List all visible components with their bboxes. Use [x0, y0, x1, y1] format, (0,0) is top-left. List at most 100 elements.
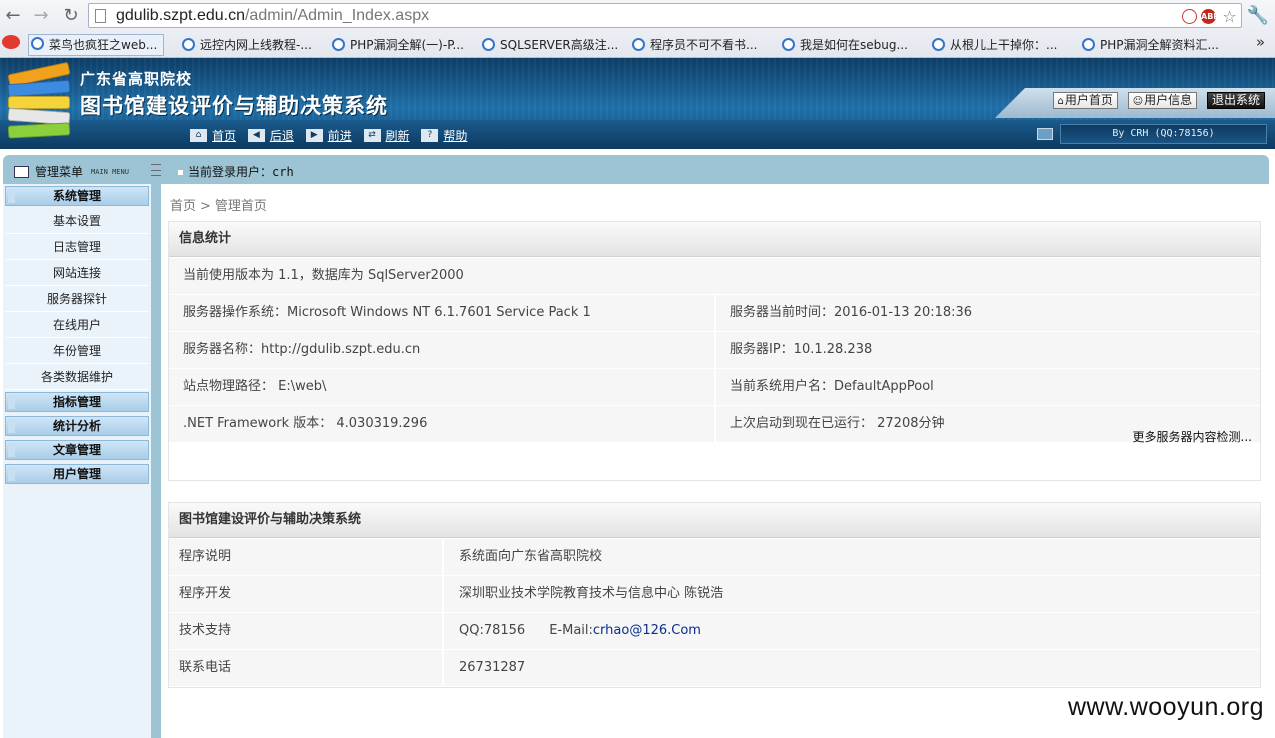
dev-value: 深圳职业技术学院教育技术与信息中心 陈锐浩 [442, 576, 723, 612]
server-name: 服务器名称：http://gdulib.szpt.edu.cn [183, 342, 421, 357]
menu-item-data[interactable]: 各类数据维护 [5, 364, 149, 390]
bookmark-item[interactable]: PHP漏洞全解资料汇... [1080, 36, 1219, 54]
home-icon: ⌂ [190, 129, 207, 142]
dev-label: 程序开发 [179, 586, 232, 601]
user-info-button[interactable]: ☺用户信息 [1127, 92, 1198, 109]
bookmark-icon [182, 38, 195, 51]
org-name: 广东省高职院校 [80, 70, 193, 88]
bookmarks-bar: 菜鸟也疯狂之web... 远控内网上线教程-... PHP漏洞全解(一)-P..… [0, 32, 1275, 57]
help-icon: ? [421, 129, 439, 142]
bookmark-icon [31, 37, 44, 50]
info-panel-title: 信息统计 [169, 222, 1260, 257]
more-server-info-link[interactable]: 更多服务器内容检测... [1133, 428, 1252, 445]
nav-help-link[interactable]: ? 帮助 [421, 127, 467, 144]
menu-category-article[interactable]: 文章管理 [5, 440, 149, 460]
sidebar-title: 管理菜单 [35, 165, 84, 179]
menu-category-index[interactable]: 指标管理 [5, 392, 149, 412]
nav-forward-link[interactable]: ▶ 前进 [305, 127, 352, 144]
about-row: 技术支持 QQ:78156 E-Mail:crhao@126.Com [169, 613, 1260, 650]
server-os: 服务器操作系统：Microsoft Windows NT 6.1.7601 Se… [183, 305, 591, 320]
bookmark-item[interactable]: PHP漏洞全解(一)-P... [330, 36, 464, 54]
page-icon [95, 9, 106, 23]
menu-item-basic-settings[interactable]: 基本设置 [5, 208, 149, 234]
home-icon: ⌂ [1057, 96, 1064, 107]
support-label: 技术支持 [179, 623, 232, 638]
dotnet-version: .NET Framework 版本： 4.030319.296 [183, 416, 428, 431]
nav-toolbar: ⌂ 首页 ◀ 后退 ▶ 前进 ⇄ 刷新 ? 帮助 [190, 127, 475, 145]
nav-refresh-link[interactable]: ⇄ 刷新 [363, 127, 410, 144]
bookmark-item[interactable]: 我是如何在sebug... [780, 36, 908, 54]
left-arrow-icon: ◀ [247, 129, 265, 142]
bookmark-item[interactable]: 菜鸟也疯狂之web... [28, 34, 165, 56]
url-text[interactable]: gdulib.szpt.edu.cn/admin/Admin_Index.asp… [116, 7, 429, 25]
menu-item-links[interactable]: 网站连接 [5, 260, 149, 286]
about-panel: 图书馆建设评价与辅助决策系统 程序说明 系统面向广东省高职院校 程序开发 深圳职… [168, 502, 1261, 688]
about-row: 程序开发 深圳职业技术学院教育技术与信息中心 陈锐浩 [169, 576, 1260, 613]
logout-button[interactable]: 退出系统 [1206, 92, 1265, 109]
bullet-icon [178, 170, 183, 175]
nav-back-link[interactable]: ◀ 后退 [247, 127, 294, 144]
reload-icon[interactable]: ↻ [60, 5, 82, 27]
forward-arrow-icon[interactable]: → [30, 5, 52, 27]
bookmark-item[interactable]: 从根儿上干掉你：... [930, 36, 1057, 54]
support-value: QQ:78156 E-Mail:crhao@126.Com [442, 613, 701, 649]
bookmark-item[interactable]: 程序员不可不看书... [630, 36, 757, 54]
info-row: 服务器名称：http://gdulib.szpt.edu.cn 服务器IP：10… [169, 332, 1260, 369]
phone-label: 联系电话 [179, 660, 232, 675]
menu-toggle-icon[interactable] [151, 164, 161, 176]
info-row: 服务器操作系统：Microsoft Windows NT 6.1.7601 Se… [169, 295, 1260, 332]
monitor-icon [1037, 128, 1053, 140]
system-title: 图书馆建设评价与辅助决策系统 [80, 93, 388, 118]
menu-item-online-users[interactable]: 在线用户 [5, 312, 149, 338]
sidebar-subtitle: MAIN MENU [91, 167, 129, 176]
menu-item-probe[interactable]: 服务器探针 [5, 286, 149, 312]
site-path: 站点物理路径： E:\web\ [183, 379, 327, 394]
breadcrumb: 首页 > 管理首页 [170, 199, 267, 214]
user-icon: ☺ [1132, 96, 1144, 107]
breadcrumb-home[interactable]: 首页 [170, 199, 196, 214]
wrench-icon[interactable]: 🔧 [1247, 5, 1269, 26]
books-logo-icon [7, 61, 74, 144]
login-user-bar: 当前登录用户：crh [178, 163, 294, 181]
bookmark-icon [482, 38, 495, 51]
info-panel: 信息统计 当前使用版本为 1.1，数据库为 SqlServer2000 服务器操… [168, 221, 1261, 481]
back-arrow-icon[interactable]: ← [2, 5, 24, 27]
menu-category-system[interactable]: 系统管理 [5, 186, 149, 206]
star-icon[interactable]: ☆ [1222, 9, 1237, 25]
about-panel-title: 图书馆建设评价与辅助决策系统 [169, 503, 1260, 538]
nav-home-link[interactable]: ⌂ 首页 [190, 127, 236, 144]
email-link[interactable]: crhao@126.Com [593, 623, 701, 638]
username: crh [272, 165, 294, 179]
abp-icon[interactable]: ABP [1201, 9, 1219, 24]
menu-category-user[interactable]: 用户管理 [5, 464, 149, 484]
uptime: 上次启动到现在已运行： 27208分钟 [714, 406, 945, 442]
menu-category-stats[interactable]: 统计分析 [5, 416, 149, 436]
menu-item-log[interactable]: 日志管理 [5, 234, 149, 260]
browser-chrome: ← → ↻ gdulib.szpt.edu.cn/admin/Admin_Ind… [0, 0, 1275, 58]
system-user: 当前系统用户名：DefaultAppPool [714, 369, 934, 405]
desc-label: 程序说明 [179, 549, 232, 564]
user-home-button[interactable]: ⌂用户首页 [1052, 92, 1118, 109]
bookmark-icon [1082, 38, 1095, 51]
sidebar-header: 管理菜单 MAIN MENU [14, 163, 129, 181]
address-bar[interactable]: gdulib.szpt.edu.cn/admin/Admin_Index.asp… [88, 3, 1242, 28]
bookmark-icon [782, 38, 795, 51]
version-info: 当前使用版本为 1.1，数据库为 SqlServer2000 [183, 268, 464, 283]
bookmark-icon [632, 38, 645, 51]
breadcrumb-current: 管理首页 [214, 199, 267, 214]
bookmark-item[interactable]: SQLSERVER高级注... [480, 36, 618, 54]
top-links: ⌂用户首页 ☺用户信息 退出系统 [1047, 92, 1265, 112]
server-ip: 服务器IP：10.1.28.238 [714, 332, 872, 368]
site-header: 广东省高职院校 图书馆建设评价与辅助决策系统 ⌂用户首页 ☺用户信息 退出系统 … [0, 58, 1275, 149]
menu-item-years[interactable]: 年份管理 [5, 338, 149, 364]
info-row: .NET Framework 版本： 4.030319.296 上次启动到现在已… [169, 406, 1260, 443]
bookmark-item[interactable]: 远控内网上线教程-... [180, 36, 312, 54]
bookmarks-more-button[interactable]: » [1256, 33, 1265, 51]
refresh-icon: ⇄ [363, 129, 381, 142]
server-time: 服务器当前时间：2016-01-13 20:18:36 [714, 295, 972, 331]
about-row: 联系电话 26731287 [169, 650, 1260, 687]
info-row: 当前使用版本为 1.1，数据库为 SqlServer2000 [169, 258, 1260, 295]
desc-value: 系统面向广东省高职院校 [442, 539, 602, 575]
bookmark-icon [932, 38, 945, 51]
adblock-icon[interactable] [1182, 9, 1197, 24]
